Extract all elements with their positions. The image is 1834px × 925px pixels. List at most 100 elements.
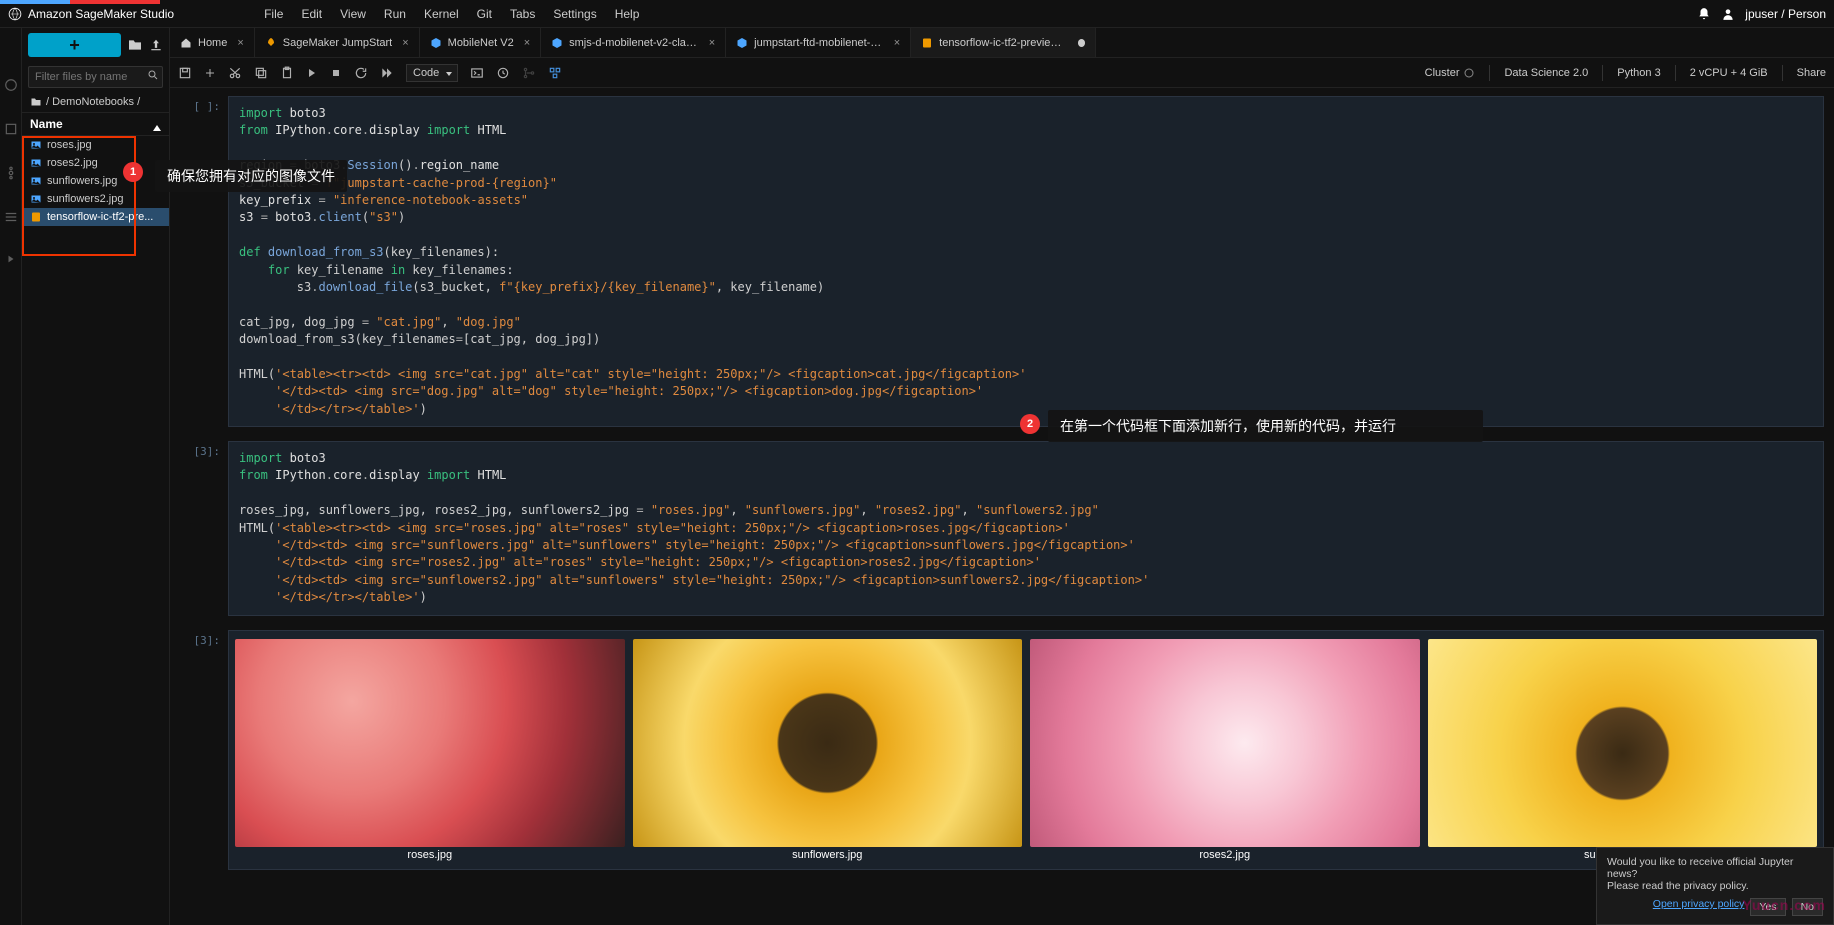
sort-asc-icon [153,117,161,131]
dirty-indicator [1078,39,1085,47]
image-caption: sunflowers.jpg [792,849,862,861]
breadcrumb[interactable]: / DemoNotebooks / [22,92,169,112]
git-icon[interactable] [522,66,536,80]
clock-icon[interactable] [496,66,510,80]
cube-icon [736,37,748,49]
menu-kernel[interactable]: Kernel [424,7,459,21]
paste-icon[interactable] [280,66,294,80]
cluster-icon[interactable] [548,66,562,80]
menu-settings[interactable]: Settings [553,7,596,21]
aws-icon [8,7,22,21]
image-icon [30,139,42,151]
run-icon[interactable] [306,67,318,79]
file-label: roses2.jpg [47,157,98,169]
cube-icon [551,37,563,49]
kernel-env[interactable]: Data Science 2.0 [1504,67,1588,79]
close-icon[interactable]: × [709,37,715,49]
name-column: Name [30,117,63,131]
annotation-badge-1: 1 [123,162,143,182]
image-icon [30,175,42,187]
close-icon[interactable]: × [524,37,530,49]
privacy-link[interactable]: Open privacy policy [1653,898,1745,916]
cell-type-dropdown[interactable]: Code [406,64,458,82]
menu-help[interactable]: Help [615,7,640,21]
file-item[interactable]: sunflowers.jpg [22,172,169,190]
tab-label: Home [198,37,227,49]
menu-run[interactable]: Run [384,7,406,21]
notebook-icon [921,37,933,49]
bell-icon[interactable] [1697,7,1711,21]
image-icon [30,193,42,205]
file-item[interactable]: tensorflow-ic-tf2-pre... [22,208,169,226]
rail-icon[interactable] [6,254,16,264]
menu-view[interactable]: View [340,7,366,21]
file-label: roses.jpg [47,139,92,151]
tab[interactable]: Home × [170,28,255,57]
image-icon [30,157,42,169]
save-icon[interactable] [178,66,192,80]
cube-icon [430,37,442,49]
stop-icon[interactable] [330,67,342,79]
news-line-1: Would you like to receive official Jupyt… [1607,856,1823,880]
file-item[interactable]: roses2.jpg [22,154,169,172]
app-header: Amazon SageMaker Studio File Edit View R… [0,0,1834,28]
tab[interactable]: tensorflow-ic-tf2-preview-mo [911,28,1096,57]
tab-label: tensorflow-ic-tf2-preview-mo [939,37,1068,49]
file-panel: + / DemoNotebooks / Name roses.jpg roses2… [22,28,170,925]
search-icon [147,69,159,81]
menu-git[interactable]: Git [477,7,492,21]
rail-icon[interactable] [4,210,18,224]
user-icon[interactable] [1721,7,1735,21]
tab[interactable]: SageMaker JumpStart× [255,28,420,57]
share-button[interactable]: Share [1797,67,1826,79]
brand-label: Amazon SageMaker Studio [28,7,174,21]
cluster-indicator[interactable]: Cluster [1425,67,1476,79]
kernel-lang[interactable]: Python 3 [1617,67,1660,79]
image-cell: sunflowers.jpg [633,639,1023,861]
notebook-scroll[interactable]: [ ]: import boto3 from IPython.core.disp… [170,88,1834,925]
copy-icon[interactable] [254,66,268,80]
file-item[interactable]: sunflowers2.jpg [22,190,169,208]
file-label: sunflowers.jpg [47,175,117,187]
terminal-icon[interactable] [470,66,484,80]
user-label[interactable]: jpuser / Person [1745,7,1826,21]
cell-prompt: [ ]: [180,96,228,427]
output-image [1030,639,1420,847]
code-input[interactable]: import boto3 from IPython.core.display i… [228,441,1824,616]
rail-icon[interactable] [4,78,18,92]
new-button[interactable]: + [28,33,121,57]
tab[interactable]: smjs-d-mobilenet-v2-classific× [541,28,726,57]
menu-edit[interactable]: Edit [301,7,322,21]
menu-tabs[interactable]: Tabs [510,7,535,21]
folder-icon [30,96,42,108]
close-icon[interactable]: × [237,37,243,49]
cut-icon[interactable] [228,66,242,80]
code-cell[interactable]: [3]: import boto3 from IPython.core.disp… [180,441,1824,616]
cell-prompt: [3]: [180,630,228,870]
close-icon[interactable]: × [402,37,408,49]
folder-icon[interactable] [127,37,143,53]
filter-input[interactable] [28,66,163,88]
image-caption: roses.jpg [407,849,452,861]
upload-icon[interactable] [149,38,163,52]
editor-tabs: Home×SageMaker JumpStart×MobileNet V2×sm… [170,28,1834,58]
instance-label[interactable]: 2 vCPU + 4 GiB [1690,67,1768,79]
code-cell[interactable]: [ ]: import boto3 from IPython.core.disp… [180,96,1824,427]
tab[interactable]: MobileNet V2× [420,28,541,57]
file-item[interactable]: roses.jpg [22,136,169,154]
menu-file[interactable]: File [264,7,283,21]
restart-icon[interactable] [354,66,368,80]
add-cell-icon[interactable] [204,67,216,79]
rail-icon[interactable] [4,166,18,180]
yuucn-watermark: Yuucn.com [1742,897,1826,913]
image-cell: roses.jpg [235,639,625,861]
rocket-icon [265,37,277,49]
file-list-header[interactable]: Name [22,112,169,136]
run-all-icon[interactable] [380,66,394,80]
rail-icon[interactable] [4,122,18,136]
image-cell: sunflowers2.jpg [1428,639,1818,861]
close-icon[interactable]: × [894,37,900,49]
tab[interactable]: jumpstart-ftd-mobilenet-v2-c× [726,28,911,57]
image-cell: roses2.jpg [1030,639,1420,861]
code-input[interactable]: import boto3 from IPython.core.display i… [228,96,1824,427]
